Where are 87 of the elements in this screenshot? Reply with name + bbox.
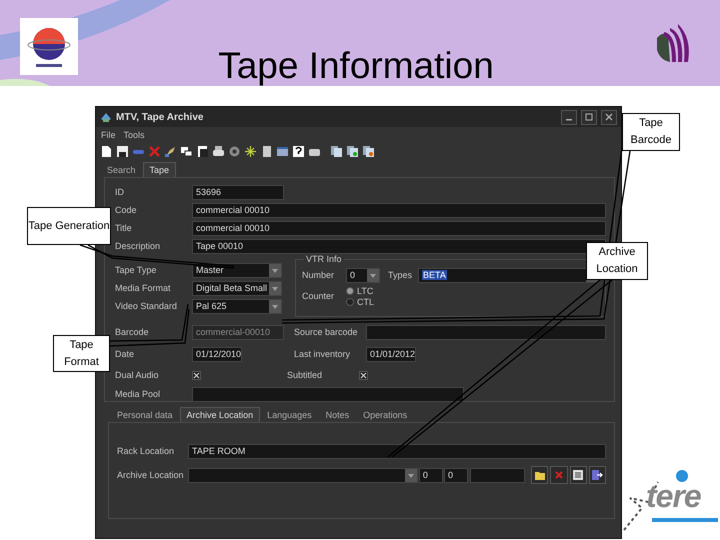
text-field[interactable] xyxy=(366,324,606,340)
text-field[interactable] xyxy=(470,468,526,482)
menu-item[interactable]: File xyxy=(101,130,116,140)
field-label: Subtitled xyxy=(287,370,324,380)
field-label: Barcode xyxy=(115,327,150,337)
radio-option[interactable]: LTC xyxy=(346,286,374,296)
date-field[interactable]: 01/12/2010 xyxy=(192,346,242,362)
field-label: Description xyxy=(115,241,162,251)
text-field[interactable]: 0 xyxy=(444,468,468,482)
radio-button[interactable] xyxy=(346,298,354,306)
window-icon[interactable] xyxy=(276,144,289,158)
text-field[interactable]: 53696 xyxy=(192,184,284,200)
field-label: Media Pool xyxy=(115,389,162,399)
emblem-icon xyxy=(20,18,78,75)
list-button[interactable] xyxy=(570,466,587,484)
field-label: Last inventory xyxy=(294,349,352,359)
window-title: MTV, Tape Archive xyxy=(116,112,204,122)
gear-icon[interactable] xyxy=(228,144,241,158)
field-label: Date xyxy=(115,349,136,359)
text-field[interactable]: TAPE ROOM xyxy=(188,444,606,458)
app-icon xyxy=(100,111,112,123)
group-title: VTR Info xyxy=(304,254,344,264)
slide-title: Tape Information xyxy=(217,46,495,86)
checkbox[interactable] xyxy=(192,370,201,380)
documents-icon[interactable] xyxy=(346,144,359,158)
field-label: Source barcode xyxy=(294,327,359,337)
dropdown[interactable]: 0 xyxy=(346,268,380,282)
brush-icon[interactable] xyxy=(164,144,177,158)
exit-icon xyxy=(591,469,604,481)
copy-icon[interactable] xyxy=(180,144,193,158)
field-label: Media Format xyxy=(115,283,172,293)
tab[interactable]: Operations xyxy=(356,407,414,422)
field-label: Tape Type xyxy=(115,265,158,275)
callout-label: Tape Generation xyxy=(27,207,111,245)
documents-icon[interactable] xyxy=(362,144,375,158)
text-field[interactable]: 0 xyxy=(418,468,443,482)
brand-text: tere xyxy=(646,478,701,515)
text-field[interactable]: commercial 00010 xyxy=(192,220,606,236)
tab[interactable]: Personal data xyxy=(110,407,180,422)
dropdown[interactable]: Pal 625 xyxy=(192,298,282,314)
dropdown[interactable]: Master xyxy=(192,262,282,278)
printer-icon[interactable] xyxy=(212,144,225,158)
field-label: Video Standard xyxy=(115,301,178,311)
field-label: ID xyxy=(115,187,125,197)
floppy-icon[interactable] xyxy=(116,144,129,158)
menu-item[interactable]: Tools xyxy=(124,130,145,140)
callout-label: Tape Barcode xyxy=(622,113,680,151)
close-button[interactable] xyxy=(601,110,617,124)
text-field[interactable] xyxy=(192,386,464,402)
tab[interactable]: Languages xyxy=(260,407,319,422)
maximize-button[interactable] xyxy=(581,110,597,124)
radio-button[interactable] xyxy=(346,286,354,294)
folder-button[interactable] xyxy=(531,466,548,484)
field-label: Types xyxy=(388,270,412,280)
field-label: Counter xyxy=(302,291,336,301)
tab[interactable]: Search xyxy=(100,162,143,177)
spark-icon[interactable] xyxy=(244,144,257,158)
exit-button[interactable] xyxy=(588,466,606,484)
folder-icon xyxy=(534,469,546,481)
callout-label: Archive Location xyxy=(586,242,648,280)
dropdown[interactable]: Digital Beta Small xyxy=(192,280,282,296)
close-icon xyxy=(605,113,613,121)
document-icon[interactable] xyxy=(100,144,113,158)
dropdown[interactable] xyxy=(188,468,418,482)
text-field[interactable]: commercial 00010 xyxy=(192,202,606,218)
tab[interactable]: Archive Location xyxy=(180,407,260,422)
field-label: Rack Location xyxy=(117,446,176,456)
documents-icon[interactable] xyxy=(330,144,343,158)
field-label: Dual Audio xyxy=(115,370,160,380)
list-icon xyxy=(572,469,584,481)
field-label: Number xyxy=(302,270,336,280)
arcs-logo-icon xyxy=(654,24,692,64)
tab[interactable]: Notes xyxy=(318,407,356,422)
field-label: Title xyxy=(115,223,133,233)
callout-label: Tape Format xyxy=(53,335,110,372)
date-field[interactable]: 01/01/2012 xyxy=(366,346,416,362)
delete-icon xyxy=(553,469,566,481)
tab[interactable]: Tape xyxy=(142,162,176,177)
minimize-button[interactable] xyxy=(561,110,577,124)
page-icon[interactable] xyxy=(260,144,273,158)
help-icon[interactable] xyxy=(292,144,305,158)
maximize-icon xyxy=(585,113,593,121)
field-label: Code xyxy=(115,205,138,215)
field-label: Archive Location xyxy=(117,470,185,480)
checkbox[interactable] xyxy=(359,370,368,380)
radio-option[interactable]: CTL xyxy=(346,296,374,306)
paste-icon[interactable] xyxy=(196,144,209,158)
